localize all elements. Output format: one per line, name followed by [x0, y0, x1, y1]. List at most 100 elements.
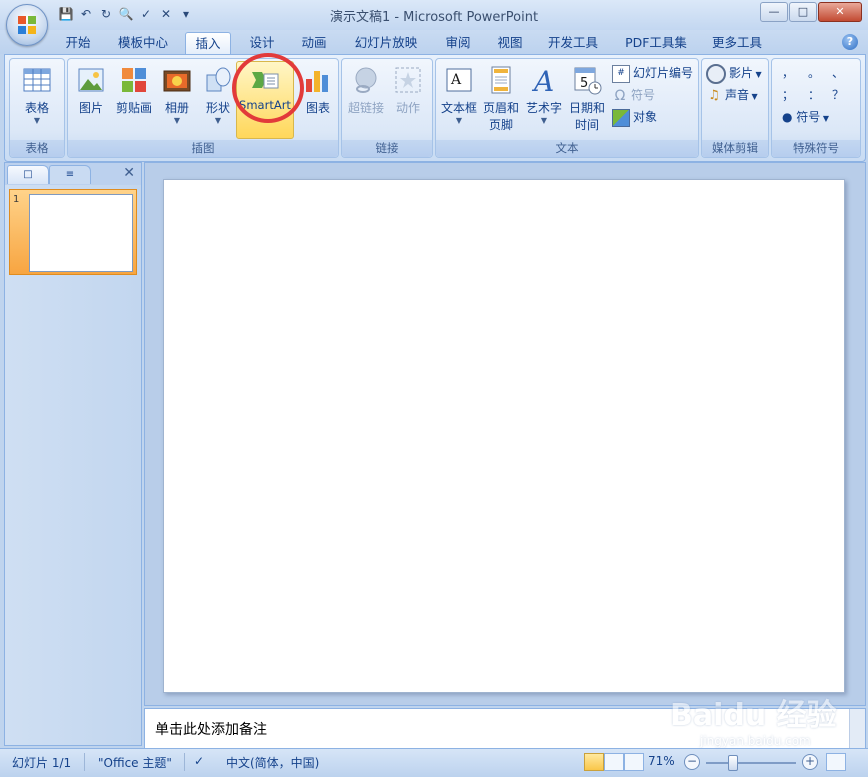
tab-insert[interactable]: 插入 — [185, 32, 231, 55]
action-button[interactable]: 动作 — [388, 63, 428, 116]
punct-question-button[interactable]: ？ — [832, 85, 844, 105]
album-button[interactable]: 相册 ▼ — [158, 63, 196, 125]
spell-check-status-icon[interactable]: ✓ — [194, 754, 204, 768]
slides-tab-icon: □ — [23, 169, 33, 180]
slide-sorter-button[interactable] — [604, 753, 624, 771]
close-icon[interactable]: ✕ — [123, 165, 135, 181]
chevron-down-icon: ▼ — [753, 70, 762, 79]
slide-editing-area — [144, 162, 866, 706]
help-icon[interactable]: ? — [842, 34, 858, 50]
punct-colon-button[interactable]: ： — [808, 85, 820, 105]
clipart-icon — [122, 68, 146, 92]
wordart-label: 艺术字 — [525, 101, 562, 115]
slide-number-button[interactable]: # 幻灯片编号 — [612, 63, 693, 83]
punct-comma-button[interactable]: ， — [782, 63, 794, 83]
speaker-icon: ♫ — [708, 87, 720, 103]
pane-tabs: □ ≡ ✕ — [5, 163, 141, 185]
symbol-button[interactable]: Ω 符号 — [612, 85, 655, 105]
slide-count: 幻灯片 1/1 — [12, 756, 72, 770]
chevron-down-icon: ▼ — [820, 114, 830, 123]
header-footer-button[interactable]: 页眉和 页脚 — [480, 63, 522, 133]
hyperlink-label: 超链接 — [347, 101, 384, 115]
group-label-links: 链接 — [342, 140, 432, 157]
sound-label: 声音 — [725, 88, 750, 102]
object-icon — [612, 108, 630, 127]
action-star-icon — [395, 67, 421, 93]
tab-review[interactable]: 审阅 — [436, 32, 480, 54]
tab-animation[interactable]: 动画 — [292, 32, 336, 54]
movie-button[interactable]: 影片 ▼ — [706, 63, 762, 84]
chevron-down-icon: ▼ — [173, 116, 181, 125]
punct-enum-comma-button[interactable]: 、 — [832, 63, 844, 83]
slide-number-label: 幻灯片编号 — [633, 66, 694, 80]
group-table: 表格 ▼ 表格 — [9, 58, 65, 158]
slide-thumbnail-selected[interactable]: 1 — [9, 189, 137, 275]
symbol-dot-icon: ● — [782, 110, 797, 124]
calendar-day-number: 5 — [580, 76, 588, 91]
notes-pane[interactable]: 单击此处添加备注 — [144, 708, 866, 750]
tab-design[interactable]: 设计 — [240, 32, 284, 54]
office-button[interactable] — [6, 4, 48, 46]
tab-slideshow[interactable]: 幻灯片放映 — [346, 32, 426, 54]
chevron-down-icon: ▼ — [749, 92, 758, 101]
sound-button[interactable]: ♫ 声音 ▼ — [706, 85, 758, 105]
group-label-text: 文本 — [436, 140, 698, 157]
tab-pdf-tools[interactable]: PDF工具集 — [618, 32, 694, 54]
textbox-icon: A — [446, 68, 472, 92]
datetime-label-1: 日期和 — [568, 101, 605, 115]
special-symbol-button[interactable]: ● 符号 ▼ — [782, 107, 829, 127]
slide-canvas[interactable] — [163, 179, 845, 693]
zoom-slider-handle[interactable] — [728, 755, 738, 771]
slide-thumbnail[interactable] — [29, 194, 133, 272]
fit-to-window-button[interactable] — [826, 753, 846, 771]
close-button[interactable]: ✕ — [818, 2, 862, 22]
tab-outline[interactable]: ≡ — [49, 165, 91, 184]
tab-home[interactable]: 开始 — [56, 32, 100, 54]
datetime-button[interactable]: 5 日期和 时间 — [566, 63, 608, 133]
header-footer-label-2: 页脚 — [488, 118, 513, 132]
textbox-button[interactable]: A 文本框 ▼ — [438, 63, 480, 125]
punct-semicolon-button[interactable]: ； — [782, 85, 794, 105]
tab-template-center[interactable]: 模板中心 — [110, 32, 176, 54]
shapes-icon — [206, 67, 231, 92]
object-label: 对象 — [633, 110, 658, 124]
zoom-in-button[interactable]: + — [802, 754, 818, 770]
action-label: 动作 — [395, 101, 420, 115]
notes-scrollbar[interactable] — [849, 709, 865, 749]
group-label-special-symbols: 特殊符号 — [772, 140, 860, 157]
object-button[interactable]: 对象 — [612, 107, 657, 127]
chevron-down-icon: ▼ — [455, 116, 463, 125]
tab-more-tools[interactable]: 更多工具 — [704, 32, 770, 54]
table-icon — [23, 68, 51, 92]
movie-label: 影片 — [729, 66, 754, 80]
table-button-label: 表格 — [24, 101, 49, 115]
annotation-circle — [232, 53, 304, 123]
punct-period-button[interactable]: 。 — [808, 63, 820, 83]
ribbon: 表格 ▼ 表格 图片 剪贴画 相册 ▼ 形状 ▼ 图表 插图 SmartArt … — [4, 54, 866, 162]
tab-developer[interactable]: 开发工具 — [540, 32, 606, 54]
picture-button[interactable]: 图片 — [72, 63, 110, 116]
zoom-out-button[interactable]: − — [684, 754, 700, 770]
maximize-button[interactable]: □ — [789, 2, 817, 22]
normal-view-button[interactable] — [584, 753, 604, 771]
hyperlink-button[interactable]: 超链接 — [344, 63, 388, 116]
picture-icon — [78, 68, 104, 92]
theme-name: "Office 主题" — [98, 756, 172, 770]
chevron-down-icon: ▼ — [33, 116, 41, 125]
calendar-clock-icon: 5 — [574, 67, 602, 95]
zoom-slider-track[interactable] — [706, 762, 796, 764]
slide-number-icon: # — [612, 64, 630, 83]
clipart-label: 剪贴画 — [115, 101, 152, 115]
datetime-label-2: 时间 — [574, 118, 599, 132]
tab-view[interactable]: 视图 — [488, 32, 532, 54]
chart-button[interactable]: 图表 — [300, 63, 336, 116]
table-button[interactable]: 表格 ▼ — [14, 63, 60, 125]
tab-slides[interactable]: □ — [7, 165, 49, 184]
photo-album-icon — [163, 70, 191, 92]
minimize-button[interactable]: — — [760, 2, 788, 22]
clipart-button[interactable]: 剪贴画 — [112, 63, 156, 116]
omega-icon: Ω — [614, 87, 626, 104]
zoom-level[interactable]: 71% — [648, 754, 675, 768]
wordart-button[interactable]: A 艺术字 ▼ — [524, 63, 564, 125]
slideshow-view-button[interactable] — [624, 753, 644, 771]
